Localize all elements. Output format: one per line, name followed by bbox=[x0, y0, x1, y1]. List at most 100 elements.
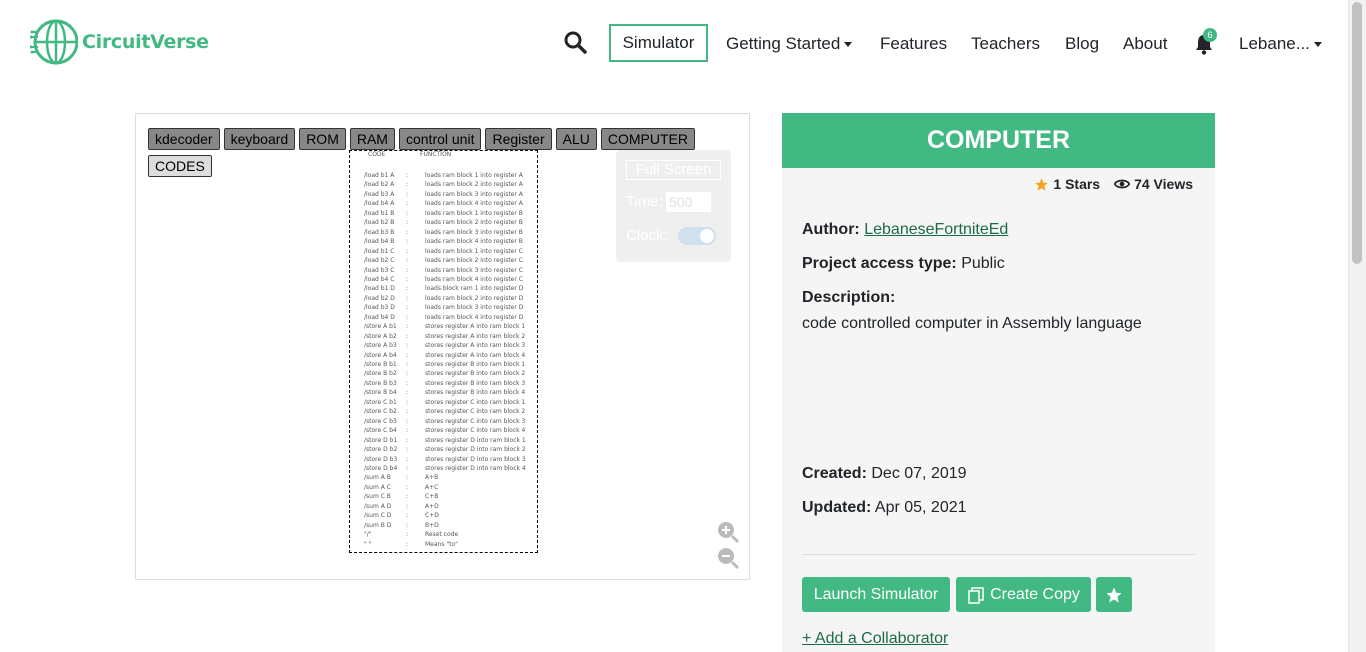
circuit-tab[interactable]: CODES bbox=[148, 155, 212, 177]
function-cell: stores register B into ram block 1 bbox=[425, 361, 526, 368]
function-cell: loads ram block 4 into register C bbox=[425, 275, 523, 283]
full-screen-button[interactable]: Full Screen bbox=[626, 160, 721, 180]
code-row: /store C b4: stores register C into ram b… bbox=[364, 426, 534, 435]
code-cell: /store D b2 bbox=[364, 446, 398, 454]
views-count: 74 Views bbox=[1114, 176, 1193, 192]
separator-cell: : bbox=[406, 342, 409, 350]
zoom-out-icon[interactable] bbox=[716, 546, 740, 570]
code-row: /store B b4: stores register B into ram b… bbox=[364, 388, 534, 397]
code-cell: /load b1 D bbox=[364, 285, 395, 293]
circuit-tab[interactable]: ALU bbox=[555, 128, 597, 150]
code-cell: /load b1 A bbox=[364, 172, 395, 179]
code-row: /sum C D: C+D bbox=[364, 511, 534, 520]
separator-cell: : bbox=[406, 464, 409, 472]
separator-cell: : bbox=[406, 502, 409, 510]
separator-cell: : bbox=[406, 521, 409, 529]
user-dropdown[interactable]: Lebane... bbox=[1239, 34, 1322, 54]
circuit-tab[interactable]: control unit bbox=[398, 128, 482, 150]
code-row: /load b3 A: loads ram block 3 into regist… bbox=[364, 190, 534, 199]
code-cell: " " bbox=[364, 540, 372, 548]
function-cell: loads block ram 1 into register D bbox=[425, 285, 524, 293]
eye-icon bbox=[1114, 179, 1131, 189]
circuit-tab[interactable]: COMPUTER bbox=[600, 128, 695, 150]
separator-cell: : bbox=[406, 427, 409, 435]
code-row: /store A b1: stores register A into ram b… bbox=[364, 322, 534, 331]
create-copy-button[interactable]: Create Copy bbox=[956, 577, 1091, 612]
getting-started-dropdown[interactable]: Getting Started bbox=[726, 34, 853, 54]
author-link[interactable]: LebaneseFortniteEd bbox=[864, 221, 1008, 238]
function-cell: stores register B into ram block 2 bbox=[425, 370, 526, 378]
separator-cell: : bbox=[406, 266, 409, 274]
blog-link[interactable]: Blog bbox=[1065, 34, 1099, 54]
star-project-button[interactable] bbox=[1096, 577, 1132, 612]
function-cell: Reset code bbox=[425, 531, 459, 539]
launch-simulator-button[interactable]: Launch Simulator bbox=[802, 577, 950, 612]
code-row: /load b2 B: loads ram block 2 into regist… bbox=[364, 218, 534, 227]
logo[interactable]: CircuitVerse bbox=[30, 17, 209, 67]
code-cell: /load b2 A bbox=[364, 181, 395, 189]
separator-cell: : bbox=[406, 304, 409, 312]
separator-cell: : bbox=[406, 493, 409, 501]
circuit-tab[interactable]: Register bbox=[485, 128, 552, 150]
code-cell: /store B b4 bbox=[364, 389, 397, 397]
code-row: /load b1 B: loads ram block 1 into regist… bbox=[364, 209, 534, 218]
code-cell: /load b4 A bbox=[364, 200, 395, 208]
function-cell: loads ram block 4 into register D bbox=[425, 313, 524, 321]
code-cell: /load b2 C bbox=[364, 257, 395, 265]
page-scrollbar[interactable] bbox=[1348, 0, 1366, 652]
code-row: /store B b1: stores register B into ram b… bbox=[364, 360, 534, 369]
function-cell: loads ram block 3 into register A bbox=[425, 190, 523, 198]
separator-cell: : bbox=[406, 332, 409, 340]
simulator-nav-button[interactable]: Simulator bbox=[609, 24, 708, 62]
teachers-link[interactable]: Teachers bbox=[971, 34, 1040, 54]
time-label: Time: bbox=[626, 193, 663, 210]
code-cell: /sum C B bbox=[364, 493, 391, 501]
function-cell: C+B bbox=[425, 493, 439, 501]
code-row: /store C b3: stores register C into ram b… bbox=[364, 417, 534, 426]
search-icon[interactable] bbox=[563, 30, 587, 54]
circuit-tab[interactable]: keyboard bbox=[223, 128, 296, 150]
separator-cell: : bbox=[406, 417, 409, 425]
function-cell: B+D bbox=[425, 521, 439, 529]
function-cell: loads ram block 2 into register B bbox=[425, 219, 523, 227]
code-cell: /store D b1 bbox=[364, 436, 398, 444]
simulator-embed[interactable]: kdecoder keyboard ROM RAM control unit Regist… bbox=[135, 113, 750, 580]
code-row: /sum A B: A+B bbox=[364, 473, 534, 482]
features-link[interactable]: Features bbox=[880, 34, 947, 54]
getting-started-label: Getting Started bbox=[726, 34, 841, 53]
code-cell: /load b3 C bbox=[364, 266, 395, 274]
code-row: /store D b2: stores register D into ram b… bbox=[364, 445, 534, 454]
code-row: /store C b2: stores register C into ram b… bbox=[364, 407, 534, 416]
clock-toggle[interactable] bbox=[678, 227, 716, 245]
function-cell: loads ram block 3 into register D bbox=[425, 304, 524, 312]
function-cell: stores register B into ram block 4 bbox=[425, 389, 526, 397]
function-cell: loads ram block 2 into register A bbox=[425, 181, 523, 189]
function-cell: loads ram block 3 into register C bbox=[425, 266, 523, 274]
stars-count: 1 Stars bbox=[1034, 176, 1100, 192]
code-cell: /load b2 D bbox=[364, 294, 395, 302]
code-row: /load b3 D: loads ram block 3 into regist… bbox=[364, 303, 534, 312]
add-collaborator-link[interactable]: + Add a Collaborator bbox=[802, 630, 948, 648]
code-row: /store B b2: stores register B into ram b… bbox=[364, 369, 534, 378]
code-row: /load b1 C: loads ram block 1 into regist… bbox=[364, 247, 534, 256]
separator-cell: : bbox=[406, 228, 409, 236]
function-cell: loads ram block 3 into register B bbox=[425, 228, 523, 236]
code-cell: /store C b3 bbox=[364, 417, 397, 425]
time-input[interactable]: 500 bbox=[666, 192, 711, 212]
scrollbar-thumb[interactable] bbox=[1352, 2, 1362, 264]
updated-row: Updated: Apr 05, 2021 bbox=[802, 499, 967, 517]
code-cell: /store A b4 bbox=[364, 351, 397, 359]
code-cell: /store C b4 bbox=[364, 427, 397, 435]
code-row: /load b4 B: loads ram block 4 into regist… bbox=[364, 237, 534, 246]
separator-cell: : bbox=[406, 446, 409, 454]
circuit-tab[interactable]: kdecoder bbox=[148, 128, 220, 150]
author-label: Author: bbox=[802, 221, 860, 238]
code-row: "/": Reset code bbox=[364, 530, 534, 539]
circuit-tab[interactable]: ROM bbox=[299, 128, 346, 150]
about-link[interactable]: About bbox=[1123, 34, 1167, 54]
code-cell: /load b3 B bbox=[364, 228, 395, 236]
separator-cell: : bbox=[406, 436, 409, 444]
zoom-in-icon[interactable] bbox=[716, 520, 740, 544]
function-cell: stores register B into ram block 3 bbox=[425, 379, 526, 387]
circuit-tab[interactable]: RAM bbox=[349, 128, 395, 150]
